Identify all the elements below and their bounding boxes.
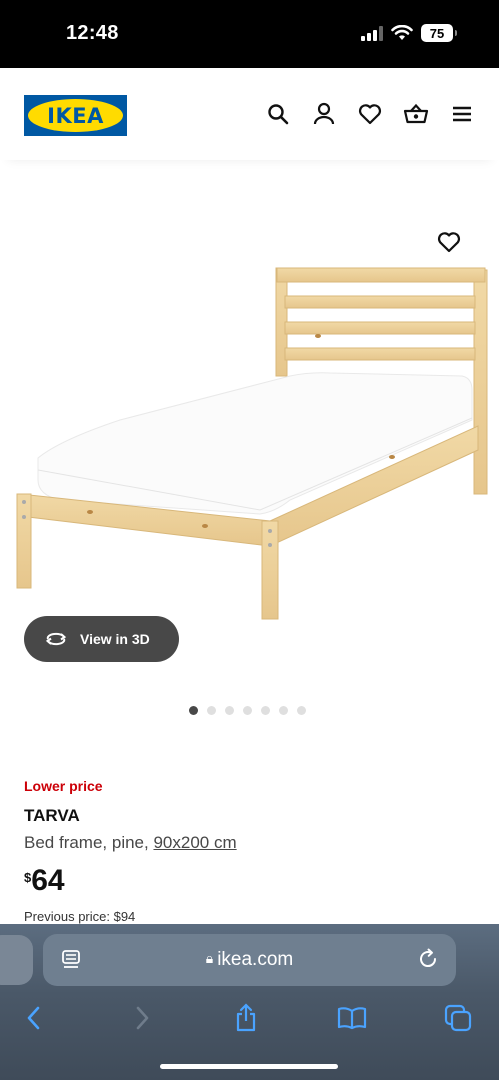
favorite-icon[interactable] xyxy=(435,228,463,256)
pagination-dot[interactable] xyxy=(297,706,306,715)
status-icons: 75 xyxy=(361,24,457,42)
wifi-icon xyxy=(391,25,413,40)
product-name: TARVA xyxy=(24,806,80,825)
product-image[interactable] xyxy=(0,200,499,680)
lower-price-badge: Lower price xyxy=(24,778,103,794)
forward-icon[interactable] xyxy=(126,1002,158,1034)
heart-icon[interactable] xyxy=(357,101,383,127)
view-in-3d-button[interactable]: View in 3D xyxy=(24,616,179,662)
image-pagination[interactable] xyxy=(189,706,306,715)
back-icon[interactable] xyxy=(18,1002,50,1034)
pagination-dot[interactable] xyxy=(243,706,252,715)
home-indicator[interactable] xyxy=(160,1064,338,1069)
pagination-dot[interactable] xyxy=(189,706,198,715)
previous-price: Previous price: $94 xyxy=(24,909,136,924)
account-icon[interactable] xyxy=(311,101,337,127)
ikea-logo[interactable]: IKEA xyxy=(24,95,127,136)
pagination-dot[interactable] xyxy=(225,706,234,715)
lock-icon: 🔒︎ xyxy=(205,950,214,966)
cart-icon[interactable] xyxy=(403,101,429,127)
bookmarks-icon[interactable] xyxy=(336,1002,368,1034)
share-icon[interactable] xyxy=(230,1002,262,1034)
product-price: $ 64 xyxy=(24,864,65,898)
pagination-dot[interactable] xyxy=(207,706,216,715)
menu-icon[interactable] xyxy=(449,101,475,127)
pagination-dot[interactable] xyxy=(261,706,270,715)
browser-toolbar: 🔒︎ ikea.com xyxy=(0,924,499,1080)
previous-tab-preview[interactable] xyxy=(0,935,33,985)
site-header: IKEA xyxy=(0,68,499,160)
rotate-3d-icon xyxy=(45,632,67,646)
logo-text: IKEA xyxy=(28,99,123,132)
url-text: ikea.com xyxy=(217,949,294,970)
status-time: 12:48 xyxy=(66,22,119,44)
header-actions xyxy=(265,101,475,127)
reload-icon[interactable] xyxy=(416,947,440,971)
address-bar[interactable]: 🔒︎ ikea.com xyxy=(43,934,456,986)
product-size-link[interactable]: 90x200 cm xyxy=(153,833,236,852)
browser-nav-row xyxy=(0,998,499,1038)
pagination-dot[interactable] xyxy=(279,706,288,715)
search-icon[interactable] xyxy=(265,101,291,127)
product-description: Bed frame, pine, 90x200 cm xyxy=(24,833,237,853)
view-in-3d-label: View in 3D xyxy=(80,631,150,647)
status-bar: 12:48 75 xyxy=(0,0,499,68)
price-amount: 64 xyxy=(31,864,65,897)
url-display: 🔒︎ ikea.com xyxy=(43,949,456,971)
signal-icon xyxy=(361,25,383,41)
battery-indicator: 75 xyxy=(421,24,457,42)
product-type: Bed frame, pine, xyxy=(24,833,154,852)
price-currency: $ xyxy=(24,870,32,885)
tabs-icon[interactable] xyxy=(442,1002,474,1034)
